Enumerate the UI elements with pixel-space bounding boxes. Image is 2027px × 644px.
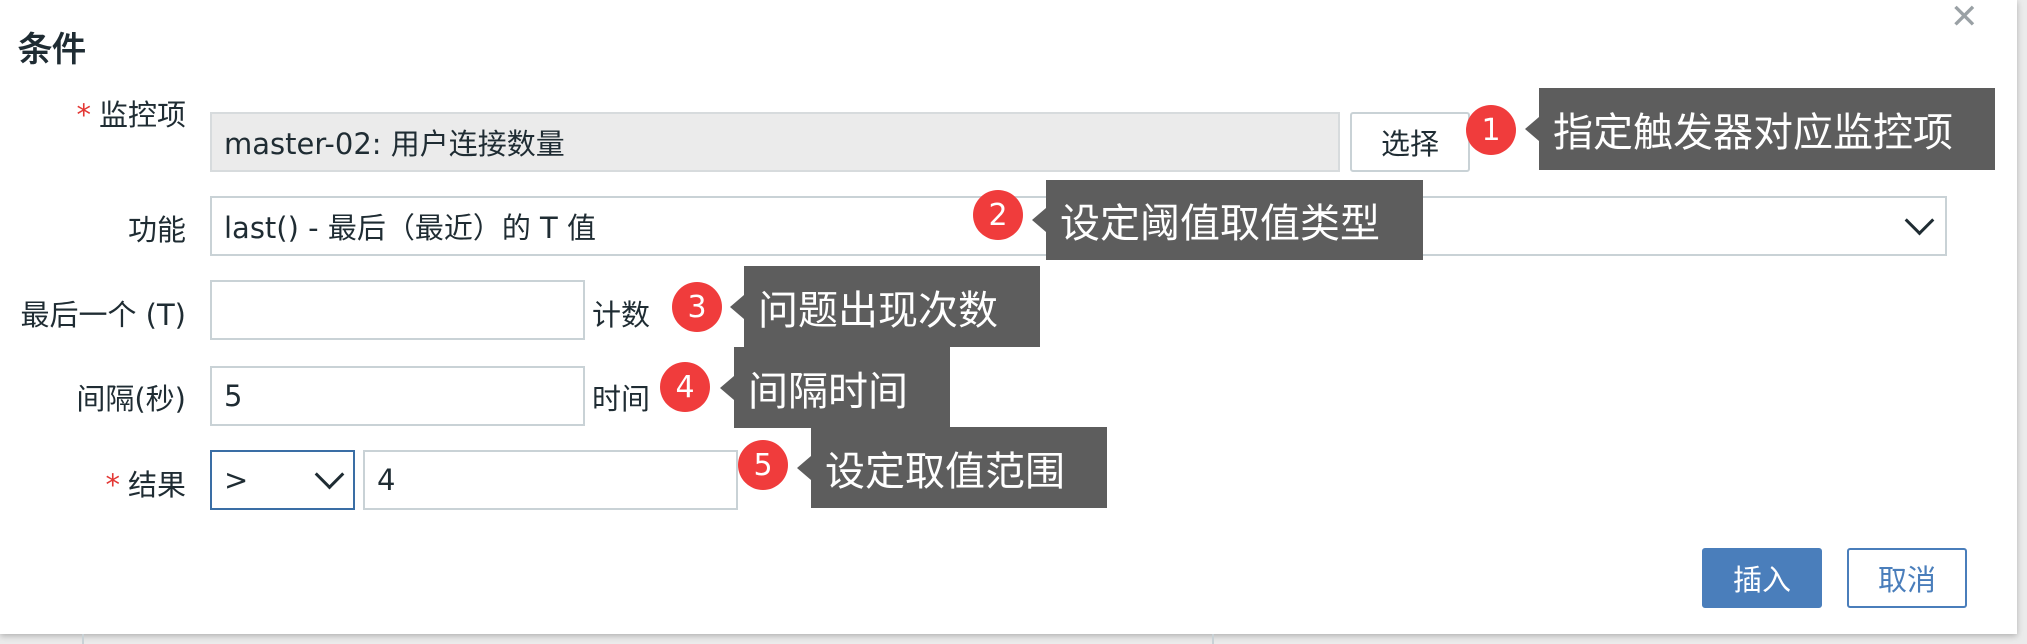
result-value-input[interactable]: 4 — [363, 450, 738, 510]
chevron-down-icon — [314, 459, 345, 490]
cancel-button[interactable]: 取消 — [1847, 548, 1967, 608]
dialog-title: 条件 — [18, 30, 86, 70]
required-mark: * — [76, 98, 91, 132]
close-icon[interactable]: ✕ — [1950, 0, 1979, 34]
item-input[interactable]: master-02: 用户连接数量 — [210, 112, 1340, 172]
annotation-tooltip-1: 指定触发器对应监控项 — [1525, 88, 1995, 170]
result-label: * 结果 — [105, 468, 186, 502]
annotation-badge-5: 5 — [738, 440, 788, 490]
operator-select[interactable]: > — [210, 450, 355, 510]
interval-label: 间隔(秒) — [76, 382, 186, 416]
last-t-input[interactable] — [210, 280, 585, 340]
annotation-badge-4: 4 — [660, 362, 710, 412]
interval-unit: 时间 — [592, 382, 651, 416]
annotation-badge-2: 2 — [973, 190, 1023, 240]
last-t-label: 最后一个 (T) — [20, 298, 186, 332]
background-divider — [82, 634, 84, 644]
required-mark: * — [105, 468, 120, 502]
condition-dialog: 条件 ✕ * 监控项 master-02: 用户连接数量 选择 功能 last()… — [0, 0, 2017, 634]
insert-button[interactable]: 插入 — [1702, 548, 1822, 608]
annotation-tooltip-4: 间隔时间 — [720, 347, 950, 428]
function-select-value: last() - 最后（最近）的 T 值 — [224, 211, 596, 245]
annotation-badge-3: 3 — [672, 282, 722, 332]
last-t-unit: 计数 — [592, 298, 651, 332]
annotation-tooltip-2: 设定阈值取值类型 — [1032, 180, 1423, 260]
interval-input[interactable]: 5 — [210, 366, 585, 426]
background-divider — [1212, 634, 1214, 644]
chevron-down-icon — [1904, 205, 1935, 236]
annotation-badge-1: 1 — [1466, 105, 1516, 155]
select-item-button[interactable]: 选择 — [1350, 112, 1470, 172]
function-label: 功能 — [127, 213, 186, 247]
operator-select-value: > — [224, 463, 249, 497]
annotation-tooltip-5: 设定取值范围 — [797, 427, 1107, 508]
annotation-tooltip-3: 问题出现次数 — [730, 266, 1040, 347]
item-label: * 监控项 — [76, 98, 186, 132]
